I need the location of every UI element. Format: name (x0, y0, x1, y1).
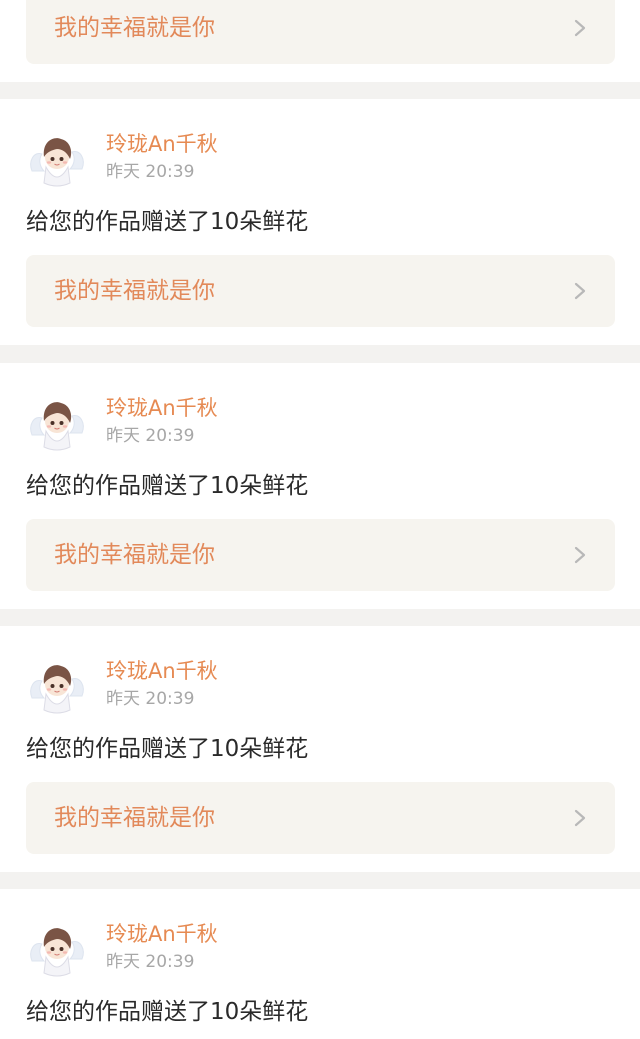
gift-message: 给您的作品赠送了10朵鲜花 (26, 209, 309, 235)
chevron-right-icon (573, 281, 587, 301)
anime-angel-avatar-icon (27, 655, 87, 715)
gift-notification-card: 玲珑An千秋 昨天 20:39 给您的作品赠送了10朵鲜花 我的幸福就是你 (0, 626, 640, 872)
work-link-card[interactable]: 我的幸福就是你 (26, 255, 615, 327)
gift-message: 给您的作品赠送了10朵鲜花 (26, 999, 309, 1025)
user-name[interactable]: 玲珑An千秋 (106, 658, 218, 684)
post-time: 昨天 20:39 (106, 952, 195, 972)
user-avatar[interactable] (26, 654, 88, 716)
anime-angel-avatar-icon (27, 918, 87, 978)
gift-notification-card: 玲珑An千秋 昨天 20:39 给您的作品赠送了10朵鲜花 我的幸福就是你 (0, 363, 640, 609)
post-time: 昨天 20:39 (106, 426, 195, 446)
user-avatar[interactable] (26, 127, 88, 189)
chevron-right-icon (573, 808, 587, 828)
user-name[interactable]: 玲珑An千秋 (106, 921, 218, 947)
gift-message: 给您的作品赠送了10朵鲜花 (26, 736, 309, 762)
post-time: 昨天 20:39 (106, 162, 195, 182)
chevron-right-icon (573, 545, 587, 565)
work-title: 我的幸福就是你 (54, 542, 215, 568)
anime-angel-avatar-icon (27, 128, 87, 188)
work-link-card[interactable]: 我的幸福就是你 (26, 519, 615, 591)
anime-angel-avatar-icon (27, 392, 87, 452)
user-name[interactable]: 玲珑An千秋 (106, 131, 218, 157)
work-title: 我的幸福就是你 (54, 805, 215, 831)
work-link-card[interactable]: 我的幸福就是你 (26, 782, 615, 854)
work-link-card[interactable]: 我的幸福就是你 (26, 0, 615, 64)
gift-notification-card: 玲珑An千秋 昨天 20:39 给您的作品赠送了10朵鲜花 (0, 889, 640, 1039)
user-name[interactable]: 玲珑An千秋 (106, 395, 218, 421)
work-title: 我的幸福就是你 (54, 278, 215, 304)
chevron-right-icon (573, 18, 587, 38)
gift-notification-card: 我的幸福就是你 (0, 0, 640, 82)
user-avatar[interactable] (26, 391, 88, 453)
post-time: 昨天 20:39 (106, 689, 195, 709)
gift-message: 给您的作品赠送了10朵鲜花 (26, 473, 309, 499)
user-avatar[interactable] (26, 917, 88, 979)
work-title: 我的幸福就是你 (54, 15, 215, 41)
gift-notification-card: 玲珑An千秋 昨天 20:39 给您的作品赠送了10朵鲜花 我的幸福就是你 (0, 99, 640, 345)
